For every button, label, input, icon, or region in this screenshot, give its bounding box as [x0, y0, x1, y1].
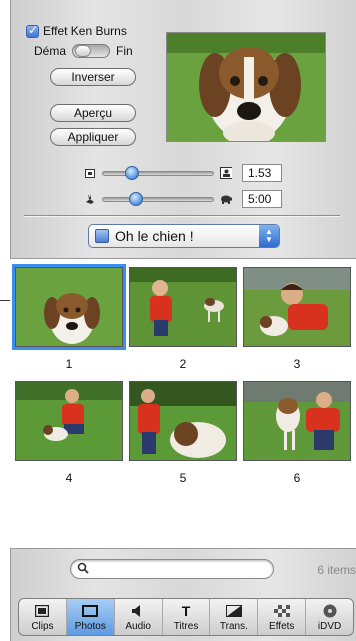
- boy-with-dog-thumb: [130, 382, 236, 460]
- photo-caption: 2: [179, 357, 187, 371]
- tab-label: Photos: [74, 620, 106, 632]
- popup-arrows-icon[interactable]: ▲ ▼: [259, 225, 279, 247]
- turtle-icon: [220, 193, 232, 205]
- photo-thumbnail[interactable]: 4: [15, 381, 123, 485]
- rabbit-icon: [84, 193, 96, 205]
- section-divider: [24, 215, 340, 216]
- ken-burns-checkbox[interactable]: Effet Ken Burns: [26, 23, 127, 38]
- search-bar-area: 6 items: [10, 548, 356, 588]
- large-photo-icon: [220, 167, 232, 179]
- photo-caption: 4: [65, 471, 73, 485]
- search-icon: [77, 562, 89, 577]
- small-photo-icon: [84, 167, 96, 179]
- photo-caption: 5: [179, 471, 187, 485]
- toggle-knob[interactable]: [75, 45, 92, 57]
- photo-thumbnail[interactable]: 1: [12, 264, 126, 371]
- photos-icon: [82, 603, 99, 619]
- tab-effects[interactable]: Effets: [258, 599, 307, 635]
- duration-slider[interactable]: [102, 191, 214, 206]
- photo-image[interactable]: [129, 267, 237, 347]
- tab-titles[interactable]: T Titres: [163, 599, 211, 635]
- pane-tab-bar: Clips Photos Audio T Titres Trans. Effet…: [18, 598, 354, 636]
- tab-label: Effets: [269, 620, 295, 632]
- photo-image[interactable]: [243, 267, 351, 347]
- duration-value-field[interactable]: 5:00: [242, 190, 282, 208]
- album-icon: [95, 229, 109, 243]
- photo-image[interactable]: [15, 381, 123, 461]
- effects-icon: [273, 603, 290, 619]
- start-end-toggle-row: Déma Fin: [34, 44, 133, 58]
- apply-button[interactable]: Appliquer: [50, 128, 136, 146]
- photo-caption: 6: [293, 471, 301, 485]
- zoom-slider-thumb[interactable]: [125, 165, 139, 180]
- zoom-value-field[interactable]: 1.53: [242, 164, 282, 182]
- photo-thumbnail[interactable]: 5: [129, 381, 237, 485]
- audio-icon: [131, 603, 145, 619]
- dog-portrait-image: [167, 33, 325, 141]
- photo-caption: 3: [293, 357, 301, 371]
- toggle-start-label: Déma: [34, 44, 67, 58]
- photo-grid: 1 2 3 4 5 6: [10, 258, 356, 548]
- album-popup[interactable]: Oh le chien ! ▲ ▼: [88, 224, 280, 248]
- start-end-toggle[interactable]: [72, 44, 111, 58]
- clips-icon: [35, 603, 50, 619]
- photo-thumbnail[interactable]: 6: [243, 381, 351, 485]
- tab-transitions[interactable]: Trans.: [210, 599, 259, 635]
- photo-thumbnail[interactable]: 3: [243, 267, 351, 371]
- duration-slider-thumb[interactable]: [129, 191, 143, 206]
- album-label: Oh le chien !: [115, 228, 194, 244]
- boy-holding-dog-thumb: [244, 382, 350, 460]
- tab-audio[interactable]: Audio: [115, 599, 163, 635]
- tab-label: Clips: [31, 620, 54, 632]
- photo-caption: 1: [65, 357, 73, 371]
- idvd-icon: [323, 603, 337, 619]
- item-count: 6 items: [317, 563, 356, 577]
- boy-dog-kneel-thumb: [16, 382, 122, 460]
- tab-label: Audio: [125, 620, 151, 632]
- tab-label: Trans.: [219, 620, 248, 632]
- titles-icon: T: [181, 602, 191, 619]
- tab-idvd[interactable]: iDVD: [306, 599, 353, 635]
- zoom-slider[interactable]: [102, 165, 214, 180]
- zoom-slider-row: 1.53: [84, 162, 294, 184]
- reverse-button[interactable]: Inverser: [50, 68, 136, 86]
- photo-thumbnail[interactable]: 2: [129, 267, 237, 371]
- boy-hug-dog-thumb: [244, 268, 350, 346]
- photo-image[interactable]: [243, 381, 351, 461]
- duration-slider-row: 5:00: [84, 188, 294, 210]
- search-field[interactable]: [70, 559, 274, 579]
- ken-burns-label: Effet Ken Burns: [43, 24, 127, 38]
- tab-clips[interactable]: Clips: [19, 599, 67, 635]
- dog-portrait-thumb: [16, 268, 122, 346]
- tab-photos[interactable]: Photos: [66, 599, 115, 635]
- tab-label: Titres: [173, 620, 199, 632]
- tab-label: iDVD: [317, 620, 342, 632]
- toggle-end-label: Fin: [116, 44, 133, 58]
- checkbox-icon[interactable]: [26, 23, 39, 38]
- preview-image: [166, 32, 326, 142]
- transitions-icon: [225, 603, 242, 619]
- photo-image[interactable]: [12, 264, 126, 350]
- preview-button[interactable]: Aperçu: [50, 104, 136, 122]
- photo-image[interactable]: [129, 381, 237, 461]
- boy-dog-run-thumb: [130, 268, 236, 346]
